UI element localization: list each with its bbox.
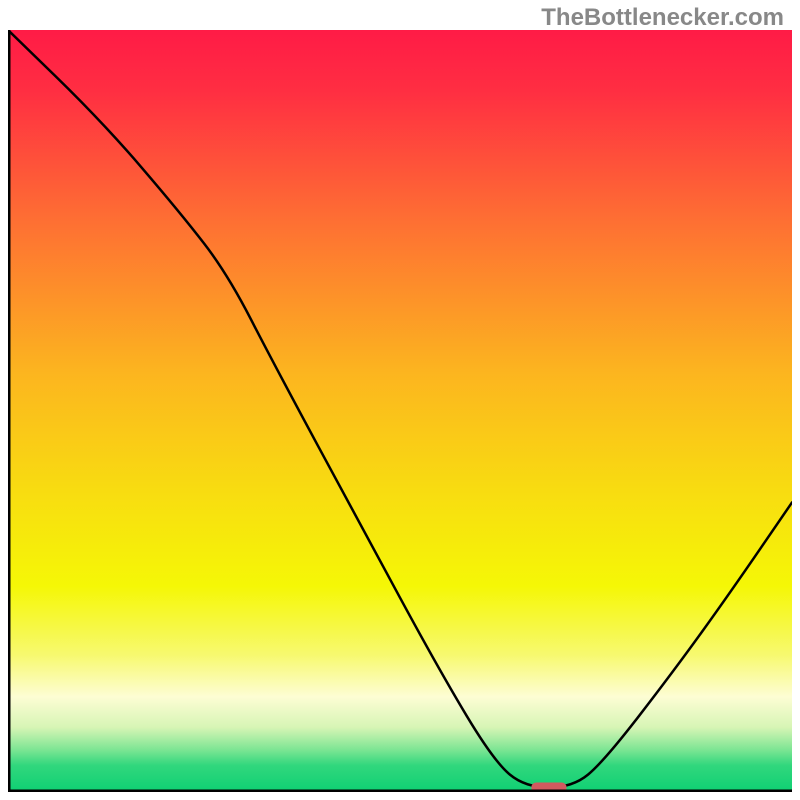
bottleneck-chart — [8, 30, 792, 792]
watermark-text: TheBottlenecker.com — [541, 4, 784, 32]
chart-background — [8, 30, 792, 792]
